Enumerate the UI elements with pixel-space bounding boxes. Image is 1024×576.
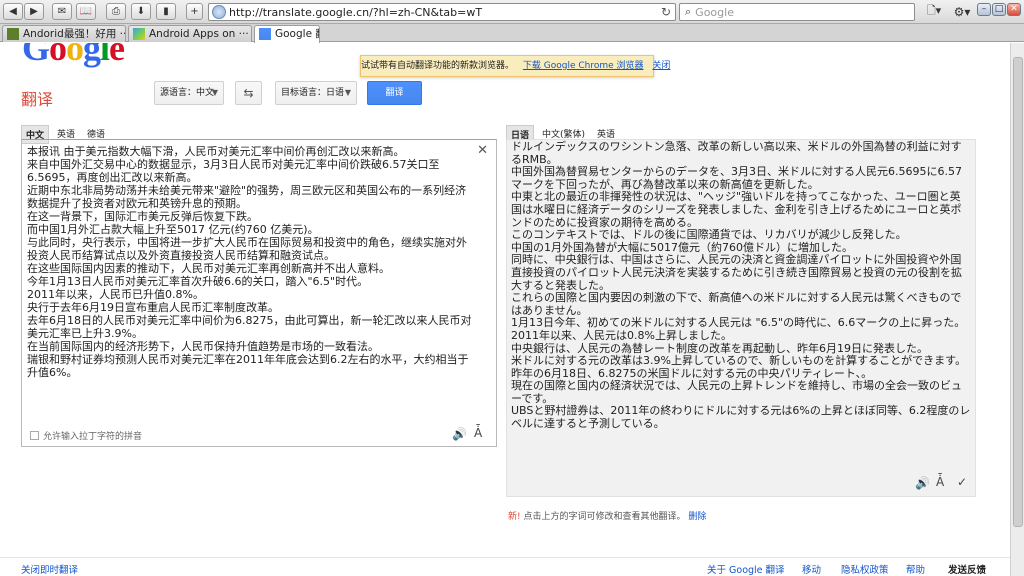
page: Google 翻译 试试带有自动翻译功能的新款浏览器。 下载 Google Ch… bbox=[0, 43, 1010, 576]
close-window-icon[interactable]: ✕ bbox=[1007, 3, 1021, 16]
close-icon[interactable]: ✕ bbox=[477, 143, 488, 158]
url-text[interactable]: http://translate.google.cn/?hl=zh-CN&tab… bbox=[229, 6, 482, 19]
google-logo[interactable]: Google bbox=[22, 43, 125, 69]
gear-icon[interactable]: ⚙▾ bbox=[950, 3, 974, 20]
speaker-icon[interactable]: 🔊 bbox=[452, 427, 467, 441]
back-icon[interactable]: ◀ bbox=[3, 3, 23, 20]
mobile-link[interactable]: 移动 bbox=[802, 562, 821, 576]
product-title: 翻译 bbox=[21, 90, 54, 109]
new-badge: 新! bbox=[508, 512, 521, 522]
privacy-link[interactable]: 隐私权政策 bbox=[841, 562, 889, 576]
source-language-label: 源语言：中文 bbox=[160, 88, 215, 98]
tab-label: Andorid最强！好用 ··· bbox=[23, 28, 126, 40]
tab-label: Android Apps on ··· bbox=[149, 28, 249, 40]
maximize-icon[interactable]: □ bbox=[992, 3, 1006, 16]
tab-label: Google 翻··· bbox=[275, 28, 319, 40]
pinyin-option[interactable]: 允许输入拉丁字符的拼音 bbox=[30, 429, 142, 442]
search-placeholder: Google bbox=[695, 5, 734, 19]
forward-icon[interactable]: ▶ bbox=[24, 3, 44, 20]
tab-androids[interactable]: Andorid最强！好用 ··· bbox=[2, 25, 126, 42]
site-icon bbox=[7, 28, 19, 40]
download-icon[interactable]: ⬇ bbox=[131, 3, 151, 20]
url-bar[interactable]: http://translate.google.cn/?hl=zh-CN&tab… bbox=[208, 3, 676, 21]
target-language-select[interactable]: 目标语言：日语 ▼ bbox=[275, 81, 357, 105]
speaker-icon[interactable]: 🔊 bbox=[915, 476, 930, 490]
translation-result[interactable]: ドルインデックスのワシントン急落、改革の新しい高以来、米ドルの外国為替の利益に対… bbox=[511, 140, 971, 431]
swap-languages-button[interactable]: ⇆ bbox=[235, 81, 262, 105]
target-language-label: 目标语言：日语 bbox=[281, 88, 345, 98]
translate-button[interactable]: 翻译 bbox=[367, 81, 422, 105]
edit-hint: 新! 点击上方的字词可修改和查看其他翻译。 删除 bbox=[508, 509, 706, 522]
minimize-icon[interactable]: – bbox=[977, 3, 991, 16]
promo-close-link[interactable]: 关闭 bbox=[652, 61, 670, 71]
scrollbar[interactable] bbox=[1010, 43, 1024, 576]
mail-icon[interactable]: ✉ bbox=[52, 3, 72, 20]
about-link[interactable]: 关于 Google 翻译 bbox=[707, 562, 785, 576]
promo-text: 试试带有自动翻译功能的新款浏览器。 bbox=[361, 61, 515, 71]
check-icon[interactable]: ✓ bbox=[957, 475, 967, 489]
bookmarks-icon[interactable]: 📖 bbox=[76, 3, 96, 20]
page-menu-icon[interactable]: 🗋▾ bbox=[922, 3, 946, 20]
dismiss-hint-link[interactable]: 删除 bbox=[688, 512, 706, 522]
search-icon: ⌕ bbox=[685, 5, 692, 18]
source-language-select[interactable]: 源语言：中文 ▼ bbox=[154, 81, 224, 105]
browser-toolbar: ◀ ▶ ✉ 📖 ⎙ ⬇ ▮ + http://translate.google.… bbox=[0, 0, 1024, 24]
play-icon bbox=[133, 28, 145, 40]
print-icon[interactable]: ⎙ bbox=[106, 3, 126, 20]
chrome-promo-banner: 试试带有自动翻译功能的新款浏览器。 下载 Google Chrome 浏览器 关… bbox=[360, 55, 670, 77]
globe-icon bbox=[212, 5, 226, 19]
page-icon[interactable]: ▮ bbox=[156, 3, 176, 20]
result-panel: ドルインデックスのワシントン急落、改革の新しい高以来、米ドルの外国為替の利益に対… bbox=[506, 139, 976, 497]
disable-instant-link[interactable]: 关闭即时翻译 bbox=[21, 562, 78, 576]
tab-strip: Andorid最强！好用 ··· Android Apps on ··· Goo… bbox=[0, 24, 1024, 43]
source-textarea[interactable]: 本报讯 由于美元指数大幅下滑，人民币对美元汇率中间价再创汇改以来新高。 来自中国… bbox=[21, 139, 497, 447]
pinyin-checkbox[interactable] bbox=[30, 431, 39, 440]
source-text[interactable]: 本报讯 由于美元指数大幅下滑，人民币对美元汇率中间价再创汇改以来新高。 来自中国… bbox=[27, 145, 477, 379]
help-link[interactable]: 帮助 bbox=[906, 562, 925, 576]
text-style-icon[interactable]: Ǡ bbox=[474, 426, 482, 440]
tab-google-translate[interactable]: Google 翻··· bbox=[254, 25, 320, 43]
text-style-icon[interactable]: Ǡ bbox=[936, 475, 944, 489]
new-tab-icon[interactable]: + bbox=[186, 3, 203, 20]
scrollbar-thumb[interactable] bbox=[1013, 57, 1023, 527]
translate-favicon-icon bbox=[259, 28, 271, 40]
download-chrome-link[interactable]: 下载 Google Chrome 浏览器 bbox=[523, 61, 644, 71]
hint-text: 点击上方的字词可修改和查看其他翻译。 bbox=[523, 512, 686, 522]
tab-android-apps[interactable]: Android Apps on ··· bbox=[128, 25, 252, 42]
reload-icon[interactable]: ↻ bbox=[661, 5, 671, 19]
search-input[interactable]: ⌕ Google bbox=[679, 3, 915, 21]
chevron-down-icon: ▼ bbox=[211, 88, 218, 97]
footer: 关闭即时翻译 关于 Google 翻译 移动 隐私权政策 帮助 发送反馈 bbox=[0, 557, 1010, 576]
send-feedback-link[interactable]: 发送反馈 bbox=[948, 562, 986, 576]
pinyin-label: 允许输入拉丁字符的拼音 bbox=[43, 432, 143, 442]
chevron-down-icon: ▼ bbox=[344, 88, 351, 97]
